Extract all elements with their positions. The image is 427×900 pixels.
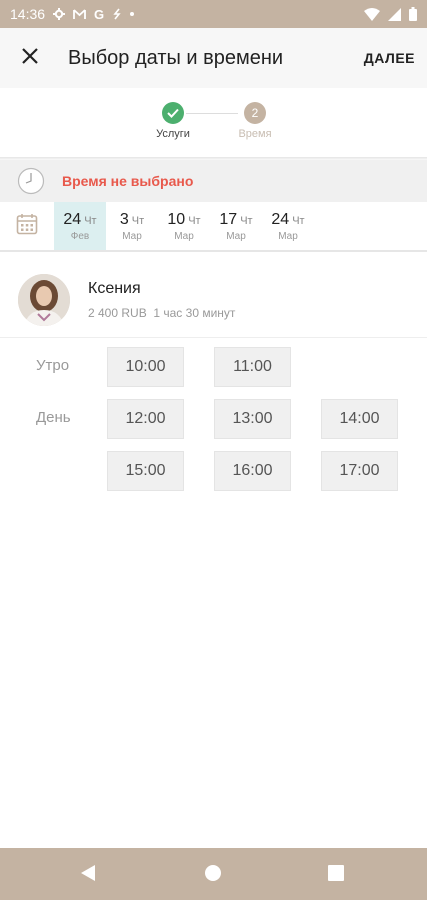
gmail-icon	[73, 8, 86, 20]
back-icon	[80, 864, 96, 887]
staff-price: 2 400 RUB	[88, 305, 147, 320]
staff-card[interactable]: Ксения 2 400 RUB 1 час 30 минут	[0, 262, 427, 338]
sync-icon	[112, 8, 122, 20]
date-weekday: Чт	[188, 214, 201, 227]
system-nav-bar	[0, 848, 427, 900]
home-icon	[204, 864, 222, 887]
date-day: 3	[119, 210, 129, 228]
date-month: Мар	[278, 230, 298, 242]
date-month: Мар	[226, 230, 246, 242]
avatar	[18, 273, 70, 326]
page-title: Выбор даты и времени	[68, 46, 284, 69]
step-time-number: 2	[244, 102, 266, 124]
date-day: 24	[63, 210, 82, 228]
date-item[interactable]: 10 Чт Мар	[158, 202, 210, 250]
home-button[interactable]	[204, 864, 222, 887]
date-day: 10	[167, 210, 186, 228]
date-item-selected[interactable]: 24 Чт Фев	[54, 202, 106, 250]
clock-icon	[0, 167, 62, 195]
recents-icon	[328, 865, 344, 886]
time-slot[interactable]: 10:00	[107, 347, 184, 387]
date-weekday: Чт	[292, 214, 305, 227]
back-button[interactable]	[80, 864, 96, 887]
time-slot[interactable]: 13:00	[214, 399, 291, 439]
calendar-icon	[16, 213, 38, 240]
time-status-banner: Время не выбрано	[0, 160, 427, 202]
time-slot[interactable]: 15:00	[107, 451, 184, 491]
close-icon	[22, 47, 38, 69]
date-item[interactable]: 3 Чт Мар	[106, 202, 158, 250]
step-services-label: Услуги	[156, 128, 190, 140]
gear-icon	[53, 8, 66, 20]
progress-stepper: Услуги 2 Время	[0, 88, 427, 158]
dot-icon	[130, 12, 135, 16]
time-slot[interactable]: 11:00	[214, 347, 291, 387]
time-slot[interactable]: 17:00	[321, 451, 398, 491]
staff-name: Ксения	[88, 279, 141, 297]
close-button[interactable]	[0, 28, 60, 88]
date-weekday: Чт	[84, 214, 97, 227]
date-day: 17	[219, 210, 238, 228]
status-time: 14:36	[10, 6, 46, 22]
time-slot[interactable]: 14:00	[321, 399, 398, 439]
wifi-icon	[364, 7, 380, 21]
staff-meta: 2 400 RUB 1 час 30 минут	[88, 306, 235, 320]
date-day: 24	[271, 210, 290, 228]
date-item[interactable]: 24 Чт Мар	[262, 202, 314, 250]
check-icon	[162, 102, 184, 124]
period-label-morning: Утро	[36, 357, 70, 374]
next-button[interactable]: ДАЛЕЕ	[364, 50, 415, 66]
date-month: Мар	[174, 230, 194, 242]
battery-icon	[409, 7, 417, 21]
time-not-selected-text: Время не выбрано	[62, 173, 194, 189]
calendar-button[interactable]	[0, 202, 54, 250]
app-bar: Выбор даты и времени ДАЛЕЕ	[0, 28, 427, 88]
signal-icon	[388, 7, 401, 21]
period-label-day: День	[36, 409, 71, 426]
recents-button[interactable]	[328, 865, 344, 886]
google-icon: G	[94, 6, 105, 22]
step-services[interactable]: Услуги	[138, 102, 208, 140]
date-weekday: Чт	[240, 214, 253, 227]
time-slot[interactable]: 12:00	[107, 399, 184, 439]
date-month: Мар	[122, 230, 142, 242]
status-bar: 14:36 G	[0, 0, 427, 28]
date-item[interactable]: 17 Чт Мар	[210, 202, 262, 250]
step-time[interactable]: 2 Время	[220, 102, 290, 140]
staff-duration: 1 час 30 минут	[153, 305, 236, 320]
date-month: Фев	[70, 230, 90, 242]
date-weekday: Чт	[131, 214, 145, 227]
date-picker-strip: 24 Чт Фев 3 Чт Мар 10 Чт Мар 17 Чт Мар 24 Чт …	[0, 202, 427, 252]
step-time-label: Время	[238, 128, 272, 140]
time-slot[interactable]: 16:00	[214, 451, 291, 491]
